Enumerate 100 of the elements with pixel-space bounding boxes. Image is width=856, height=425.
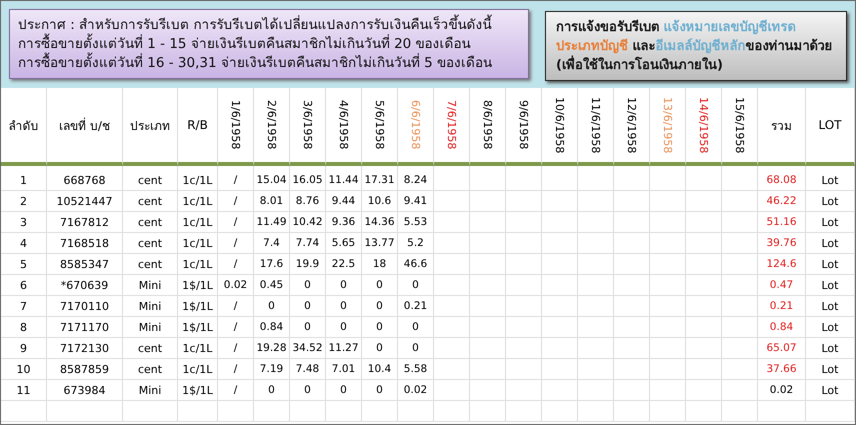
total-value: 39.76 [766,237,797,249]
account-type: cent [138,216,162,228]
account-type: cent [138,194,162,208]
account-number: 7168518 [60,236,109,250]
empty-cell [542,317,578,338]
table-cell: 22.5 [332,258,356,270]
date-column-header: 6/6/1958 [409,100,422,150]
row-number: 3 [20,216,27,228]
lot-unit: Lot [822,216,838,228]
empty-cell [686,212,722,233]
empty-cell [470,254,506,275]
rebate-rate: 1c/1L [182,216,212,228]
empty-cell [614,338,650,359]
empty-cell [650,401,686,422]
total-value: 46.22 [766,195,797,207]
account-number: 8585347 [60,258,109,270]
account-type: Mini [138,278,162,292]
account-number: 7167812 [60,216,109,228]
empty-cell [506,212,542,233]
column-header: รวม [771,118,792,134]
row-number: 6 [20,278,27,292]
empty-cell [542,275,578,296]
empty-cell [578,212,614,233]
empty-cell [578,359,614,380]
table-cell: 5.2 [407,237,424,249]
table-cell: 0 [376,300,383,312]
empty-cell [686,317,722,338]
empty-cell [614,275,650,296]
empty-cell [506,338,542,359]
account-number: 7171170 [60,320,109,334]
table-cell: / [234,174,238,186]
table-cell: 17.31 [364,174,395,186]
row-number: 9 [20,342,27,354]
empty-cell [686,401,722,422]
account-type: cent [138,362,162,376]
table-cell: 0.21 [404,300,428,312]
date-column-header: 5/6/1958 [373,100,386,150]
empty-cell [542,254,578,275]
empty-cell [650,233,686,254]
date-column-header: 4/6/1958 [337,100,350,150]
empty-cell [578,170,614,191]
table-cell: 46.6 [404,258,428,270]
empty-cell [470,170,506,191]
table-cell: 0 [304,384,311,396]
table-cell: 10.42 [292,216,323,228]
account-number: *670639 [60,278,108,292]
table-cell: 7.01 [332,363,356,375]
rebate-rate: 1$/1L [182,278,213,292]
lot-unit: Lot [822,194,838,208]
table-cell: 7.19 [260,363,284,375]
table-cell: 9.44 [332,195,356,207]
empty-cell [542,212,578,233]
empty-cell [686,254,722,275]
empty-cell [686,233,722,254]
row-number: 1 [20,174,27,186]
empty-cell [686,296,722,317]
lot-unit: Lot [822,236,838,250]
rebate-rate: 1c/1L [182,174,212,186]
rebate-rate: 1$/1L [182,300,213,312]
table-cell: 34.52 [292,342,323,354]
date-column-header: 8/6/1958 [481,100,494,150]
date-column-header: 15/6/1958 [733,96,746,154]
table-cell: 0 [376,279,383,291]
empty-cell [506,296,542,317]
empty-cell [686,338,722,359]
empty-cell [614,380,650,401]
table-cell: 16.05 [292,174,323,186]
account-type: cent [138,258,162,270]
table-cell: 11.44 [328,174,359,186]
lot-unit: Lot [822,300,838,312]
account-type: cent [138,174,162,186]
empty-cell [578,380,614,401]
empty-cell [614,191,650,212]
announcement-line: การซื้อขายตั้งแต่วันที่ 1 - 15 จ่ายเงินรีเบตคืนสมาชิกไม่เกินวันที่ 20 ของเดือน [18,34,472,52]
empty-cell [686,170,722,191]
empty-cell [542,191,578,212]
account-number: 7170110 [60,300,109,312]
table-cell: 18 [372,258,386,270]
rebate-rate: 1c/1L [182,362,212,376]
rebate-request-note: การแจ้งขอรับรีเบต แจ้งหมายเลขบัญชีเทรด ประเภทบัญชี และอีเมลล์บัญชีหลักของท่านมาด้วย (เพื่อใช้ในการโอนเงินภายใน) [545,11,847,81]
table-cell: 8.76 [296,195,320,207]
table-cell: 7.48 [296,363,320,375]
column-header: ลำดับ [8,118,38,134]
date-column-header: 11/6/1958 [589,96,602,154]
empty-cell [650,254,686,275]
table-cell: 9.41 [404,195,428,207]
empty-cell [470,212,506,233]
table-cell: 0 [412,321,419,333]
account-type: Mini [138,320,162,334]
empty-cell [686,275,722,296]
table-cell: 9.36 [332,216,356,228]
column-header: LOT [818,118,842,132]
row-number: 4 [20,236,27,250]
lot-unit: Lot [822,384,838,396]
lot-unit: Lot [822,174,838,186]
empty-cell [506,359,542,380]
empty-cell [578,317,614,338]
empty-cell [578,338,614,359]
row-number: 5 [20,258,27,270]
table-cell: 17.6 [260,258,284,270]
